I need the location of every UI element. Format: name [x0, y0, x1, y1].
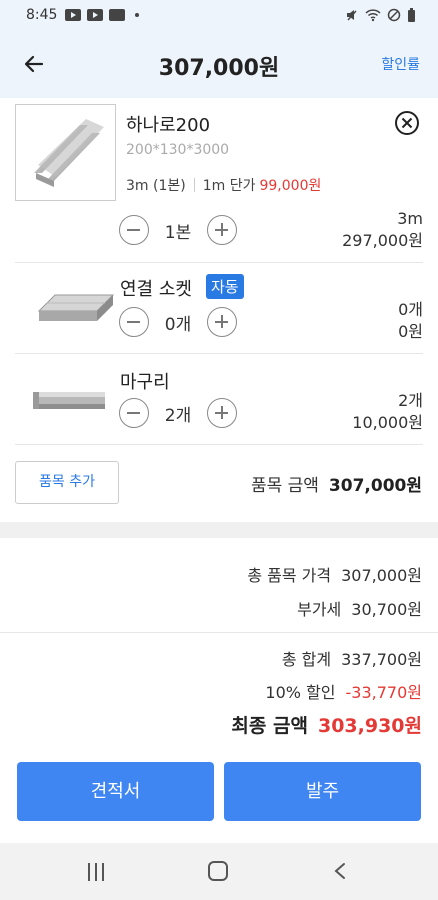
discount-value: -33,770원 [345, 683, 422, 702]
amount-price: 10,000원 [352, 413, 423, 432]
product-name: 하나로200 [126, 115, 211, 136]
item-amount: 3m 297,000원 [342, 208, 423, 252]
aluminum-rail-image [34, 119, 104, 187]
amount-quantity: 2개 [398, 391, 423, 410]
product-spec: 200*130*3000 [126, 142, 230, 158]
list-item-socket: 연결 소켓 자동 0개 0개 0원 [15, 263, 423, 354]
product-image-rail [15, 104, 116, 201]
increase-button[interactable] [207, 398, 237, 428]
notification-icons [65, 9, 140, 21]
discount-rate-link[interactable]: 할인률 [381, 54, 420, 74]
total-value: 337,700원 [341, 650, 422, 669]
youtube-icon [87, 9, 104, 21]
decrease-button[interactable] [119, 398, 149, 428]
list-item-endcap: 마구리 2개 2개 10,000원 [15, 354, 423, 445]
final-value: 303,930원 [317, 715, 422, 737]
discount-row: 10% 할인 -33,770원 [265, 679, 422, 703]
page-title: 307,000원 [158, 56, 280, 81]
vat-label: 부가세 [297, 600, 342, 619]
endcap-image [33, 392, 105, 409]
home-icon[interactable] [208, 861, 228, 881]
quantity-value: 0개 [164, 314, 192, 335]
quantity-stepper: 0개 [119, 307, 237, 337]
item-amount: 0개 0원 [398, 299, 423, 343]
total-items-value: 307,000원 [341, 566, 422, 585]
amount-price: 0원 [398, 322, 423, 341]
auto-badge: 자동 [206, 274, 244, 299]
quantity-stepper: 2개 [119, 398, 237, 428]
discount-label: 10% 할인 [265, 683, 336, 702]
amount-quantity: 0개 [398, 300, 423, 319]
decrease-button[interactable] [119, 307, 149, 337]
product-image-socket [33, 281, 115, 331]
order-button[interactable]: 발주 [224, 762, 421, 821]
quantity-value: 2개 [164, 405, 192, 426]
total-label: 총 합계 [281, 650, 332, 669]
app-bar: 307,000원 할인률 [0, 30, 438, 98]
vat-row: 부가세 30,700원 [297, 596, 422, 620]
remove-item-icon[interactable] [394, 110, 420, 136]
system-nav-bar [0, 843, 438, 900]
system-icons [345, 8, 416, 22]
divider [193, 178, 195, 192]
decrease-button[interactable] [119, 215, 149, 245]
youtube-icon [65, 9, 82, 21]
status-bar: 8:45 [0, 0, 438, 30]
product-name: 마구리 [120, 372, 170, 393]
product-length: 3m (1본) [126, 178, 186, 194]
battery-icon [408, 8, 415, 22]
quote-button[interactable]: 견적서 [17, 762, 214, 821]
product-meta: 3m (1본) 1m 단가 99,000원 [126, 175, 321, 195]
section-divider [0, 522, 438, 538]
total-row: 총 합계 337,700원 [282, 646, 422, 670]
subtotal-label: 품목 금액 [250, 476, 319, 496]
product-name: 연결 소켓 [120, 279, 192, 300]
total-items-label: 총 품목 가격 [247, 566, 332, 585]
recent-apps-icon[interactable] [86, 863, 106, 881]
unit-price-label: 1m 단가 [202, 178, 256, 194]
amount-price: 297,000원 [342, 231, 423, 250]
image-icon [109, 9, 126, 21]
amount-quantity: 3m [397, 209, 423, 228]
wifi-icon [365, 9, 381, 22]
quantity-value: 1본 [164, 222, 192, 243]
increase-button[interactable] [207, 307, 237, 337]
quantity-stepper: 1본 [119, 215, 237, 245]
total-items-row: 총 품목 가격 307,000원 [247, 562, 422, 586]
final-label: 최종 금액 [231, 715, 308, 737]
vat-value: 30,700원 [351, 600, 422, 619]
item-amount: 2개 10,000원 [352, 390, 423, 434]
item-subtotal: 품목 금액 307,000원 [251, 471, 422, 496]
more-notifications-icon [135, 13, 140, 17]
status-time: 8:45 [26, 7, 58, 23]
nav-back-icon[interactable] [333, 862, 347, 880]
mute-icon [347, 10, 357, 21]
increase-button[interactable] [207, 215, 237, 245]
socket-image [37, 294, 115, 321]
final-amount-row: 최종 금액 303,930원 [231, 711, 422, 738]
product-image-endcap [31, 386, 107, 416]
divider [0, 632, 438, 633]
list-item-hanaro: 하나로200 200*130*3000 3m (1본) 1m 단가 99,000… [15, 98, 423, 263]
do-not-disturb-icon [387, 8, 401, 22]
subtotal-value: 307,000원 [328, 476, 422, 496]
unit-price: 99,000원 [259, 178, 322, 194]
add-item-button[interactable]: 품목 추가 [15, 461, 119, 504]
